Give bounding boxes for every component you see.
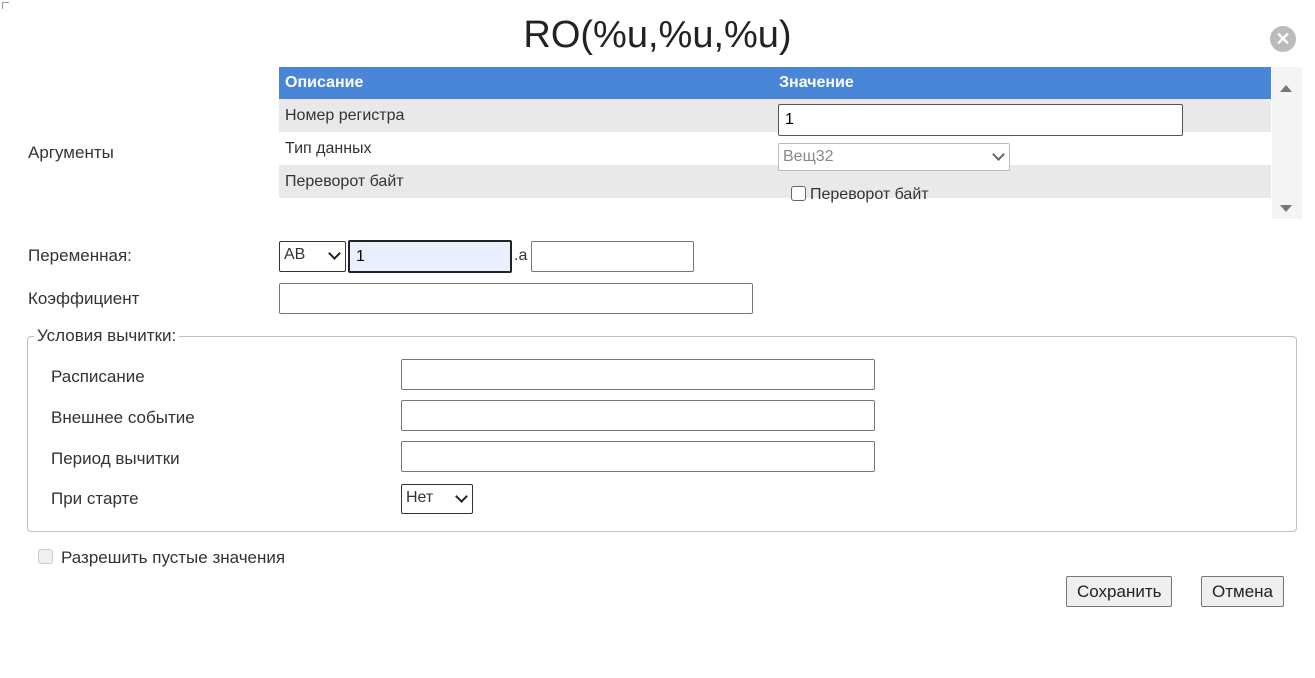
table-scrollbar[interactable] xyxy=(1272,67,1302,219)
variable-separator: .a xyxy=(514,247,528,264)
read-conditions-legend: Условия вычитки: xyxy=(37,326,177,345)
table-row: Переворот байт xyxy=(279,165,1271,198)
schedule-label: Расписание xyxy=(51,367,145,386)
close-circle-icon: ✕ xyxy=(1275,29,1291,49)
allow-empty-label: Разрешить пустые значения xyxy=(61,548,286,567)
on-start-select[interactable]: Нет xyxy=(401,484,473,514)
save-button[interactable]: Сохранить xyxy=(1066,576,1173,607)
allow-empty-checkbox[interactable] xyxy=(38,549,53,564)
external-event-label: Внешнее событие xyxy=(51,408,195,427)
schedule-input[interactable] xyxy=(401,359,875,390)
column-header-value: Значение xyxy=(779,74,854,91)
table-row: Тип данных xyxy=(279,132,1271,165)
dialog-title: RO(%u,%u,%u) xyxy=(523,14,792,56)
coefficient-label: Коэффициент xyxy=(28,289,140,308)
row-description: Тип данных xyxy=(285,139,372,157)
scroll-up-icon[interactable] xyxy=(1280,85,1292,92)
external-event-input[interactable] xyxy=(401,400,875,431)
chevron-down-icon xyxy=(328,247,341,260)
row-description: Переворот байт xyxy=(285,172,404,190)
variable-prefix-select[interactable]: AB xyxy=(279,241,346,272)
table-header-row: Описание Значение xyxy=(279,67,1271,99)
arguments-label: Аргументы xyxy=(28,143,114,162)
variable-label: Переменная: xyxy=(28,246,132,265)
variable-suffix-input[interactable] xyxy=(531,241,694,272)
chevron-down-icon xyxy=(455,490,468,503)
read-period-label: Период вычитки xyxy=(51,449,180,468)
byte-swap-checkbox-label: Переворот байт xyxy=(810,186,929,203)
row-description: Номер регистра xyxy=(285,106,405,124)
variable-number-input[interactable] xyxy=(348,240,512,273)
byte-swap-checkbox[interactable] xyxy=(791,186,806,201)
column-header-description: Описание xyxy=(285,74,364,91)
scroll-down-icon[interactable] xyxy=(1280,205,1292,212)
cancel-button[interactable]: Отмена xyxy=(1201,576,1284,607)
variable-prefix-selected: AB xyxy=(284,246,306,263)
data-type-selected: Вещ32 xyxy=(783,148,834,165)
chevron-down-icon xyxy=(992,148,1005,161)
register-number-input[interactable] xyxy=(778,104,1183,136)
coefficient-input[interactable] xyxy=(279,283,753,314)
on-start-selected: Нет xyxy=(406,489,434,506)
data-type-select[interactable]: Вещ32 xyxy=(778,143,1010,171)
on-start-label: При старте xyxy=(51,489,139,508)
close-button[interactable]: ✕ xyxy=(1270,26,1296,52)
read-period-input[interactable] xyxy=(401,441,875,472)
window-corner-decoration xyxy=(2,2,9,9)
